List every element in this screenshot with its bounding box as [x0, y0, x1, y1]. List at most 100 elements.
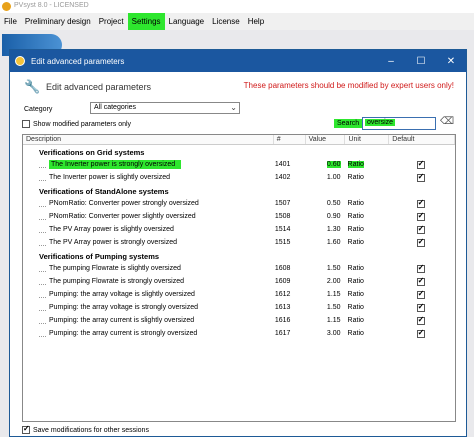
table-row[interactable]: PNomRatio: Converter power slightly over…: [23, 210, 455, 223]
show-modified-toggle[interactable]: Show modified parameters only: [22, 120, 131, 128]
row-value[interactable]: 1.30: [306, 226, 346, 233]
default-checkbox[interactable]: [416, 237, 425, 247]
wrench-icon: 🔧: [24, 79, 41, 94]
menu-license[interactable]: License: [208, 13, 244, 30]
row-default[interactable]: [389, 328, 455, 338]
row-default[interactable]: [389, 289, 455, 299]
group-header[interactable]: Verifications of StandAlone systems: [23, 184, 455, 197]
row-value[interactable]: 1.15: [306, 317, 346, 324]
close-button[interactable]: ✕: [436, 56, 466, 67]
row-default[interactable]: [389, 159, 455, 169]
app-title-bar: PVsyst 8.0 - LICENSED: [0, 0, 474, 13]
row-unit: Ratio: [347, 213, 364, 220]
minimize-button[interactable]: –: [376, 56, 406, 67]
default-checkbox[interactable]: [416, 198, 425, 208]
row-number: 1608: [274, 265, 291, 272]
menu-help[interactable]: Help: [244, 13, 268, 30]
row-description: The pumping Flowrate is slightly oversiz…: [23, 265, 274, 272]
dialog-app-icon: [15, 56, 25, 66]
row-value[interactable]: 1.50: [306, 304, 346, 311]
column-number[interactable]: #: [274, 135, 306, 144]
show-modified-checkbox[interactable]: [22, 120, 30, 128]
column-default[interactable]: Default: [389, 135, 455, 144]
row-value[interactable]: 0.90: [306, 213, 346, 220]
search-input[interactable]: oversize: [362, 117, 436, 130]
row-number: 1515: [274, 239, 291, 246]
column-value[interactable]: Value: [306, 135, 346, 144]
row-value[interactable]: 1.00: [306, 174, 346, 181]
table-row[interactable]: The PV Array power is strongly oversized…: [23, 236, 455, 249]
row-number: 1617: [274, 330, 291, 337]
row-value[interactable]: 1.50: [306, 265, 346, 272]
table-row[interactable]: Pumping: the array current is strongly o…: [23, 327, 455, 340]
maximize-button[interactable]: ☐: [406, 56, 436, 67]
row-value[interactable]: 1.60: [306, 239, 346, 246]
row-description: Pumping: the array current is strongly o…: [23, 330, 274, 337]
row-default[interactable]: [389, 237, 455, 247]
search-label: Search: [334, 119, 363, 128]
eraser-icon[interactable]: ⌫: [440, 116, 454, 130]
table-row[interactable]: Pumping: the array voltage is strongly o…: [23, 301, 455, 314]
group-header[interactable]: Verifications of Pumping systems: [23, 249, 455, 262]
table-header: Description # Value Unit Default: [23, 135, 455, 145]
row-value[interactable]: 0.60: [306, 161, 346, 168]
row-default[interactable]: [389, 211, 455, 221]
default-checkbox[interactable]: [416, 328, 425, 338]
row-number: 1402: [274, 174, 291, 181]
row-default[interactable]: [389, 302, 455, 312]
table-row[interactable]: The Inverter power is slightly oversized…: [23, 171, 455, 184]
expert-warning: These parameters should be modified by e…: [243, 81, 454, 90]
default-checkbox[interactable]: [416, 289, 425, 299]
menu-settings[interactable]: Settings: [127, 13, 165, 30]
category-select[interactable]: All categories ⌄: [90, 102, 240, 114]
row-value[interactable]: 1.15: [306, 291, 346, 298]
default-checkbox[interactable]: [416, 224, 425, 234]
table-row[interactable]: The pumping Flowrate is strongly oversiz…: [23, 275, 455, 288]
default-checkbox[interactable]: [416, 276, 425, 286]
chevron-down-icon: ⌄: [230, 103, 237, 112]
row-default[interactable]: [389, 315, 455, 325]
row-default[interactable]: [389, 276, 455, 286]
default-checkbox[interactable]: [416, 315, 425, 325]
row-number: 1613: [274, 304, 291, 311]
save-modifications-toggle[interactable]: Save modifications for other sessions: [22, 424, 149, 434]
row-unit: Ratio: [347, 226, 364, 233]
row-value[interactable]: 2.00: [306, 278, 346, 285]
default-checkbox[interactable]: [416, 159, 425, 169]
menu-language[interactable]: Language: [165, 13, 209, 30]
table-row[interactable]: Pumping: the array current is slightly o…: [23, 314, 455, 327]
table-row[interactable]: The PV Array power is slightly oversized…: [23, 223, 455, 236]
row-number: 1508: [274, 213, 291, 220]
table-row[interactable]: PNomRatio: Converter power strongly over…: [23, 197, 455, 210]
row-value[interactable]: 3.00: [306, 330, 346, 337]
row-default[interactable]: [389, 224, 455, 234]
save-modifications-label: Save modifications for other sessions: [33, 426, 149, 434]
row-number: 1401: [274, 161, 291, 168]
row-description: Pumping: the array voltage is strongly o…: [23, 304, 274, 311]
dialog-title: Edit advanced parameters: [31, 56, 125, 66]
default-checkbox[interactable]: [416, 263, 425, 273]
row-unit: Ratio: [347, 174, 364, 181]
group-header[interactable]: Verifications on Grid systems: [23, 145, 455, 158]
row-default[interactable]: [389, 198, 455, 208]
save-modifications-checkbox[interactable]: [22, 424, 30, 434]
table-row[interactable]: Pumping: the array voltage is slightly o…: [23, 288, 455, 301]
menu-preliminary-design[interactable]: Preliminary design: [21, 13, 95, 30]
row-default[interactable]: [389, 172, 455, 182]
row-number: 1507: [274, 200, 291, 207]
row-value[interactable]: 0.50: [306, 200, 346, 207]
table-row[interactable]: The pumping Flowrate is slightly oversiz…: [23, 262, 455, 275]
default-checkbox[interactable]: [416, 302, 425, 312]
app-logo-icon: [2, 2, 11, 11]
row-default[interactable]: [389, 263, 455, 273]
table-row[interactable]: The Inverter power is strongly oversized…: [23, 158, 455, 171]
column-description[interactable]: Description: [23, 135, 274, 144]
default-checkbox[interactable]: [416, 211, 425, 221]
menu-file[interactable]: File: [0, 13, 21, 30]
header-title: Edit advanced parameters: [46, 82, 152, 92]
menu-project[interactable]: Project: [95, 13, 128, 30]
row-unit: Ratio: [347, 304, 364, 311]
default-checkbox[interactable]: [416, 172, 425, 182]
row-number: 1609: [274, 278, 291, 285]
column-unit[interactable]: Unit: [345, 135, 390, 144]
